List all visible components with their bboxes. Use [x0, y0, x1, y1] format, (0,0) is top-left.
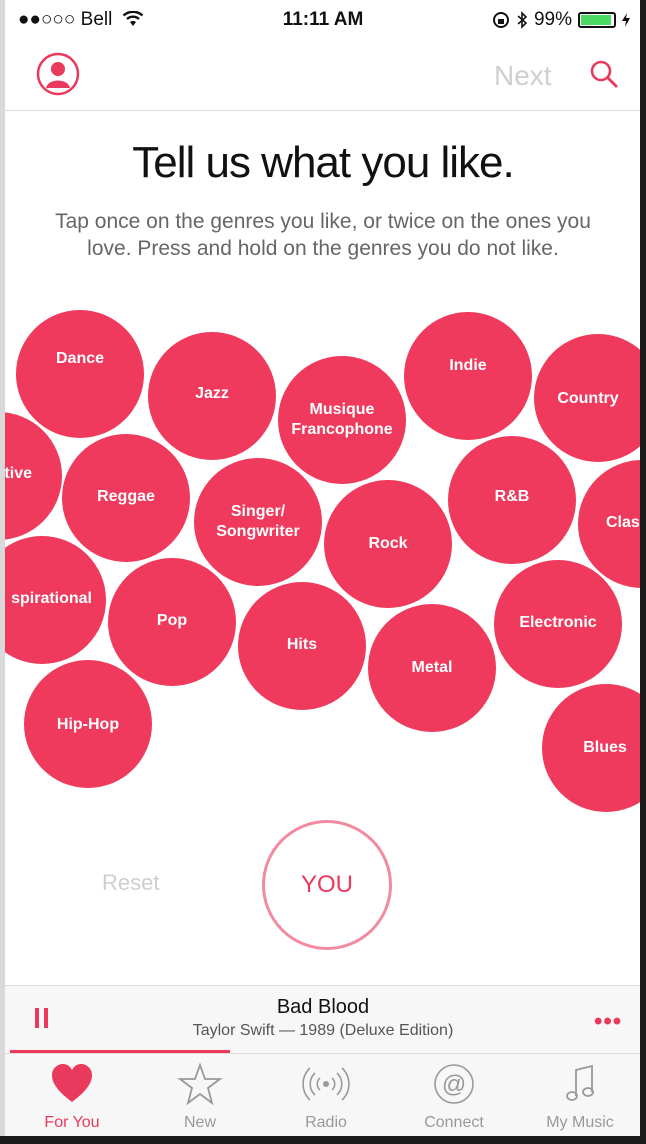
genre-bubble-reggae[interactable]: Reggae: [62, 434, 190, 562]
tab-bar: For You New Radio @ Connect My Music: [0, 1053, 646, 1137]
frame-edge-bottom: [0, 1136, 646, 1144]
profile-icon[interactable]: [36, 52, 80, 96]
tab-connect[interactable]: @ Connect: [390, 1054, 518, 1137]
at-sign-icon: @: [434, 1064, 474, 1104]
genre-bubble-singer-songwriter[interactable]: Singer/ Songwriter: [194, 458, 322, 586]
genre-label: Dance: [55, 350, 105, 367]
search-icon[interactable]: [588, 58, 620, 90]
song-title: Bad Blood: [276, 996, 370, 1018]
tab-label: Connect: [424, 1114, 484, 1131]
frame-edge-left: [0, 0, 5, 1144]
mini-player[interactable]: Bad Blood Taylor Swift — 1989 (Deluxe Ed…: [0, 985, 646, 1054]
genre-label: Hip-Hop: [56, 716, 120, 733]
radio-icon: [302, 1067, 350, 1101]
tab-radio[interactable]: Radio: [262, 1054, 390, 1137]
genre-bubble-indie[interactable]: Indie: [404, 312, 532, 440]
genre-bubble-jazz[interactable]: Jazz: [148, 332, 276, 460]
rotation-lock-icon: [492, 12, 509, 28]
genre-bubble-blues[interactable]: Blues: [542, 684, 646, 812]
genre-bubble-country[interactable]: Country: [534, 334, 646, 462]
genre-bubble-dance[interactable]: Dance: [16, 310, 144, 438]
genre-label: Blues: [583, 739, 627, 756]
genre-label: Jazz: [195, 385, 229, 402]
tab-new[interactable]: New: [136, 1054, 264, 1137]
genre-bubble-pop[interactable]: Pop: [108, 558, 236, 686]
genre-label: Rock: [368, 535, 408, 552]
battery-percent: 99%: [533, 9, 572, 30]
you-label: YOU: [300, 871, 353, 898]
genre-bubble-hip-hop[interactable]: Hip-Hop: [24, 660, 152, 788]
heart-icon: [52, 1064, 92, 1102]
page-subtitle: Tap once on the genres you like, or twic…: [55, 210, 591, 260]
page-title: Tell us what you like.: [132, 138, 515, 187]
frame-edge-right: [640, 0, 646, 1144]
star-icon: [177, 1062, 223, 1106]
more-options-button[interactable]: •••: [594, 1008, 622, 1036]
genre-bubble-rock[interactable]: Rock: [324, 480, 452, 608]
status-bar: ●●○○○ Bell 11:11 AM 99%: [0, 0, 646, 40]
music-note-icon: [566, 1064, 594, 1101]
tab-label: For You: [44, 1114, 100, 1131]
genre-label: Country: [557, 390, 619, 407]
genre-label: spirational: [11, 590, 92, 607]
genre-label: Metal: [411, 659, 453, 676]
screen: ●●○○○ Bell 11:11 AM 99% Next Tell us wha…: [0, 0, 646, 1144]
genre-label: Musique Francophone: [291, 401, 393, 438]
tab-label: New: [183, 1114, 216, 1131]
tab-label: My Music: [546, 1114, 614, 1131]
genre-bubble-electronic[interactable]: Electronic: [494, 560, 622, 688]
genre-label: Singer/ Songwriter: [216, 503, 300, 540]
genre-label: Reggae: [97, 488, 155, 505]
you-button[interactable]: YOU: [262, 820, 392, 950]
genre-label: tive: [4, 465, 32, 482]
genre-label: Indie: [449, 357, 487, 374]
genre-bubble-inspirational[interactable]: spirational: [0, 536, 106, 664]
song-artist-album: Taylor Swift — 1989 (Deluxe Edition): [192, 1022, 454, 1039]
battery-icon: [578, 12, 616, 28]
nav-bar: Next: [0, 40, 646, 111]
bluetooth-icon: [517, 11, 528, 29]
tab-my-music[interactable]: My Music: [516, 1054, 644, 1137]
genre-label: R&B: [494, 488, 530, 505]
genre-label: Electronic: [519, 614, 597, 631]
genre-bubble-rnb[interactable]: R&B: [448, 436, 576, 564]
charging-icon: [622, 13, 630, 27]
next-button[interactable]: Next: [494, 60, 552, 92]
tab-for-you[interactable]: For You: [8, 1054, 136, 1137]
genre-label: Pop: [156, 612, 188, 629]
genre-bubble-hits[interactable]: Hits: [238, 582, 366, 710]
genre-bubble-metal[interactable]: Metal: [368, 604, 496, 732]
genre-label: Hits: [286, 636, 318, 653]
reset-button[interactable]: Reset: [102, 870, 159, 896]
genre-bubble-musique-francophone[interactable]: Musique Francophone: [278, 356, 406, 484]
status-right: 99%: [492, 9, 630, 31]
tab-label: Radio: [305, 1114, 347, 1131]
svg-text:@: @: [442, 1071, 466, 1098]
